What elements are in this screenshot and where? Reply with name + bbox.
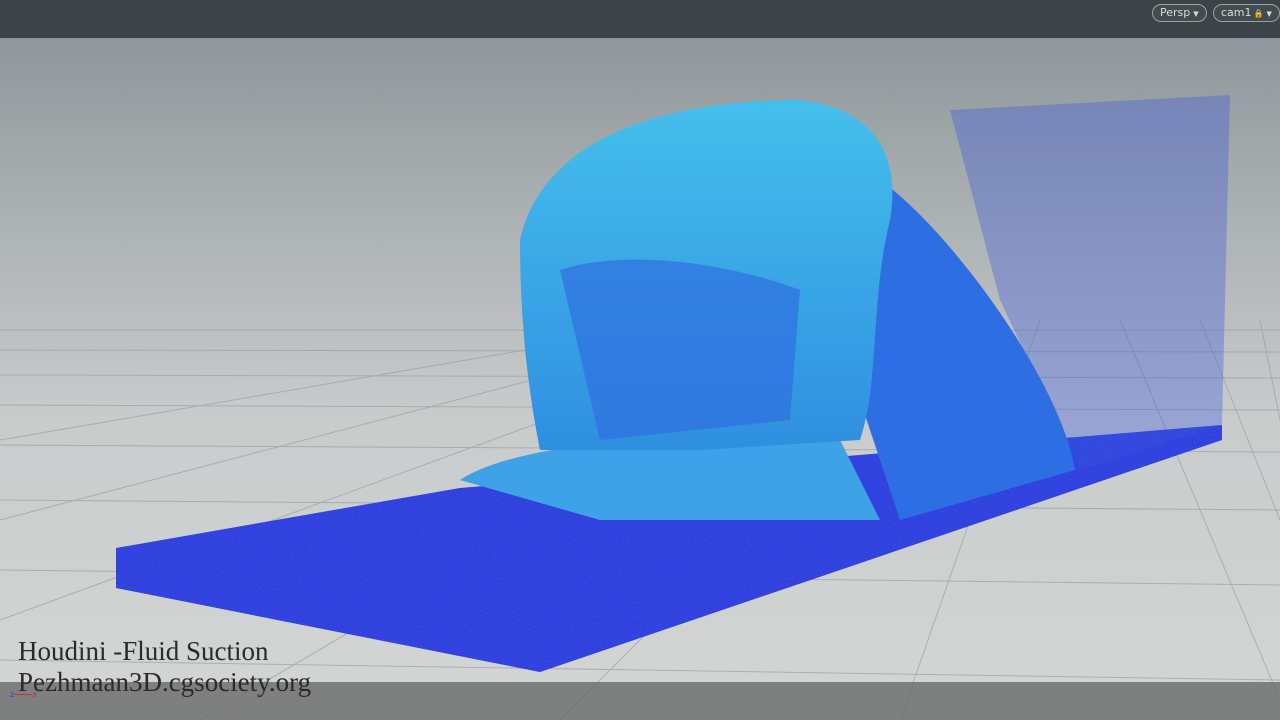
view-menu-button[interactable]: Persp ▼ <box>1152 4 1207 22</box>
camera-menu-label: cam1 <box>1221 6 1252 19</box>
view-menu-label: Persp <box>1160 6 1191 19</box>
caret-down-icon: ▼ <box>1193 10 1199 18</box>
overlay-title: Houdini -Fluid Suction <box>18 636 269 666</box>
viewport-toolbar: Persp ▼ cam1 🔒 ▼ <box>0 0 1280 38</box>
fluid-particles <box>116 95 1230 672</box>
camera-menu-button[interactable]: cam1 🔒 ▼ <box>1213 4 1280 22</box>
overlay-credit: Pezhmaan3D.cgsociety.org <box>18 667 312 697</box>
axis-gizmo: zx <box>10 690 37 699</box>
caret-down-icon: ▼ <box>1266 10 1272 18</box>
lock-icon: 🔒 <box>1253 9 1264 18</box>
3d-viewport[interactable]: Persp ▼ cam1 🔒 ▼ Houdini -Fluid Suction Pez… <box>0 0 1280 720</box>
axis-x-label: x <box>32 690 37 699</box>
scene-render <box>0 95 1280 720</box>
